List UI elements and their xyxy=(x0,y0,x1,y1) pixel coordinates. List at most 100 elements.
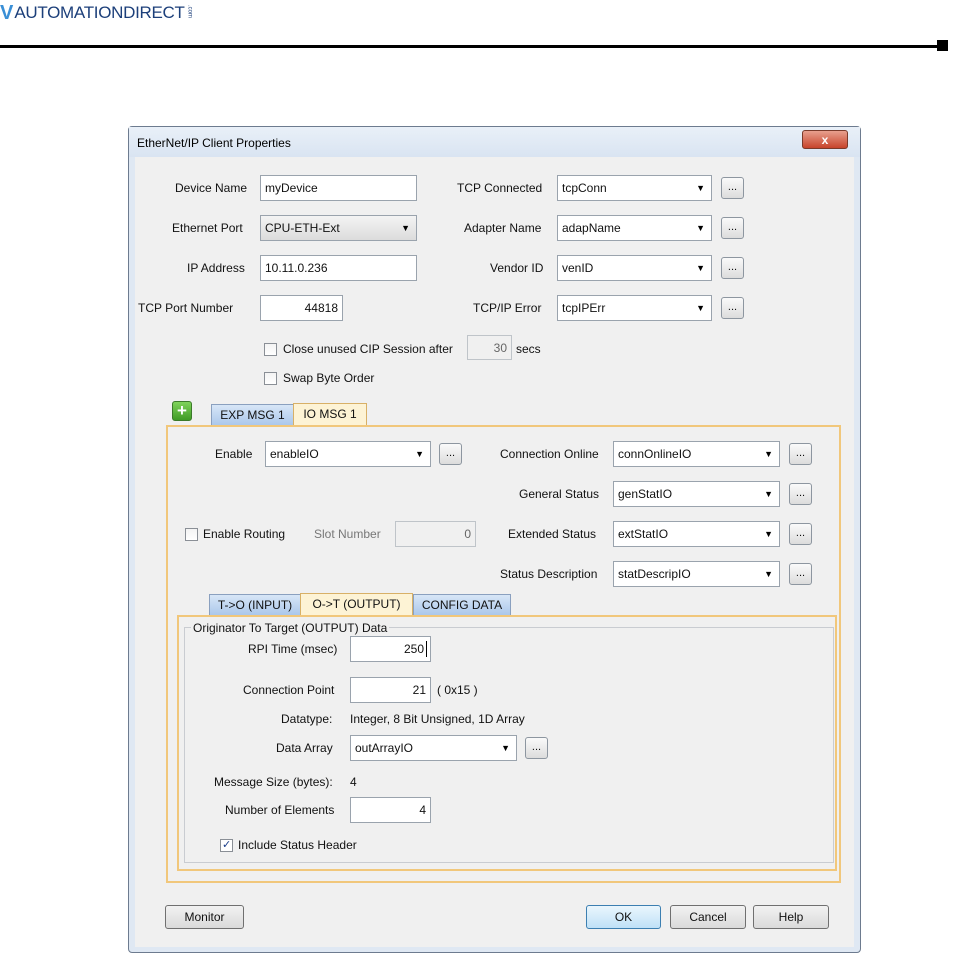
slot-number-field[interactable]: 0 xyxy=(395,521,476,547)
close-button[interactable]: x xyxy=(802,130,848,149)
status-description-select[interactable]: statDescripIO ▼ xyxy=(613,561,780,587)
connection-point-field[interactable]: 21 xyxy=(350,677,431,703)
tab-output[interactable]: O->T (OUTPUT) xyxy=(300,593,413,616)
dialog-window: EtherNet/IP Client Properties x Device N… xyxy=(128,126,861,953)
tcpip-error-select[interactable]: tcpIPErr ▼ xyxy=(557,295,712,321)
rpi-field[interactable]: 250 xyxy=(350,636,431,662)
connection-online-browse-button[interactable]: ... xyxy=(789,443,812,465)
logo-text: AUTOMATIONDIRECT xyxy=(14,3,185,22)
adapter-name-browse-button[interactable]: ... xyxy=(721,217,744,239)
include-status-header-checkbox[interactable] xyxy=(220,838,233,852)
device-name-field[interactable]: myDevice xyxy=(260,175,417,201)
swap-byte-label: Swap Byte Order xyxy=(283,371,375,385)
chevron-down-icon: ▼ xyxy=(696,183,705,193)
header-rule xyxy=(0,45,940,48)
ethernet-port-select[interactable]: CPU-ETH-Ext ▼ xyxy=(260,215,417,241)
tcp-port-label: TCP Port Number xyxy=(138,301,234,315)
logo-mark-icon: V xyxy=(0,2,14,24)
connection-online-value: connOnlineIO xyxy=(618,447,692,461)
status-description-label: Status Description xyxy=(500,567,598,581)
chevron-down-icon: ▼ xyxy=(415,449,424,459)
extended-status-browse-button[interactable]: ... xyxy=(789,523,812,545)
enable-value: enableIO xyxy=(270,447,319,461)
ethernet-port-label: Ethernet Port xyxy=(172,221,243,235)
chevron-down-icon: ▼ xyxy=(764,529,773,539)
chevron-down-icon: ▼ xyxy=(764,449,773,459)
message-size-value: 4 xyxy=(350,775,357,789)
general-status-label: General Status xyxy=(519,487,600,501)
number-of-elements-field[interactable]: 4 xyxy=(350,797,431,823)
logo-suffix: .com xyxy=(186,5,193,19)
tab-exp-msg-1[interactable]: EXP MSG 1 xyxy=(211,404,294,426)
logo: V AUTOMATIONDIRECT .com xyxy=(0,2,194,24)
chevron-down-icon: ▼ xyxy=(764,569,773,579)
extended-status-select[interactable]: extStatIO ▼ xyxy=(613,521,780,547)
chevron-down-icon: ▼ xyxy=(401,223,410,233)
close-unused-seconds-field[interactable]: 30 xyxy=(467,335,512,360)
vendor-id-value: venID xyxy=(562,261,594,275)
ip-address-field[interactable]: 10.11.0.236 xyxy=(260,255,417,281)
connection-online-label: Connection Online xyxy=(500,447,599,461)
extended-status-label: Extended Status xyxy=(508,527,597,541)
monitor-button[interactable]: Monitor xyxy=(165,905,244,929)
help-button[interactable]: Help xyxy=(753,905,829,929)
slot-number-label: Slot Number xyxy=(314,527,381,541)
data-array-browse-button[interactable]: ... xyxy=(525,737,548,759)
general-status-browse-button[interactable]: ... xyxy=(789,483,812,505)
adapter-name-value: adapName xyxy=(562,221,621,235)
data-array-select[interactable]: outArrayIO ▼ xyxy=(350,735,517,761)
vendor-id-label: Vendor ID xyxy=(490,261,544,275)
output-group-title: Originator To Target (OUTPUT) Data xyxy=(191,621,390,635)
title-bar: EtherNet/IP Client Properties x xyxy=(129,127,860,157)
vendor-id-browse-button[interactable]: ... xyxy=(721,257,744,279)
chevron-down-icon: ▼ xyxy=(696,223,705,233)
rpi-value: 250 xyxy=(403,642,424,656)
swap-byte-checkbox[interactable] xyxy=(264,372,277,385)
enable-label: Enable xyxy=(215,447,253,461)
enable-routing-checkbox[interactable] xyxy=(185,528,198,541)
adapter-name-select[interactable]: adapName ▼ xyxy=(557,215,712,241)
cancel-button[interactable]: Cancel xyxy=(670,905,746,929)
tcp-port-field[interactable]: 44818 xyxy=(260,295,343,321)
add-message-button[interactable]: + xyxy=(172,401,192,421)
include-status-header-label: Include Status Header xyxy=(238,838,357,852)
tcp-connected-select[interactable]: tcpConn ▼ xyxy=(557,175,712,201)
text-cursor xyxy=(426,641,427,657)
data-array-label: Data Array xyxy=(276,741,333,755)
tab-input[interactable]: T->O (INPUT) xyxy=(209,594,301,616)
tcpip-error-label: TCP/IP Error xyxy=(473,301,542,315)
tcpip-error-value: tcpIPErr xyxy=(562,301,606,315)
connection-online-select[interactable]: connOnlineIO ▼ xyxy=(613,441,780,467)
vendor-id-select[interactable]: venID ▼ xyxy=(557,255,712,281)
extended-status-value: extStatIO xyxy=(618,527,669,541)
ip-address-label: IP Address xyxy=(187,261,245,275)
enable-routing-label: Enable Routing xyxy=(203,527,286,541)
tab-io-msg-1[interactable]: IO MSG 1 xyxy=(293,403,367,426)
tcp-connected-value: tcpConn xyxy=(562,181,607,195)
number-of-elements-label: Number of Elements xyxy=(225,803,335,817)
status-description-browse-button[interactable]: ... xyxy=(789,563,812,585)
header-rule-end xyxy=(937,40,948,51)
tcp-connected-browse-button[interactable]: ... xyxy=(721,177,744,199)
data-array-value: outArrayIO xyxy=(355,741,414,755)
status-description-value: statDescripIO xyxy=(618,567,691,581)
tcp-connected-label: TCP Connected xyxy=(457,181,543,195)
rpi-label: RPI Time (msec) xyxy=(248,642,338,656)
connection-point-hex: ( 0x15 ) xyxy=(437,683,478,697)
ethernet-port-value: CPU-ETH-Ext xyxy=(265,221,340,235)
chevron-down-icon: ▼ xyxy=(696,263,705,273)
chevron-down-icon: ▼ xyxy=(764,489,773,499)
device-name-label: Device Name xyxy=(175,181,248,195)
general-status-select[interactable]: genStatIO ▼ xyxy=(613,481,780,507)
tab-config-data[interactable]: CONFIG DATA xyxy=(413,594,511,616)
enable-browse-button[interactable]: ... xyxy=(439,443,462,465)
ok-button[interactable]: OK xyxy=(586,905,661,929)
enable-select[interactable]: enableIO ▼ xyxy=(265,441,431,467)
tcpip-error-browse-button[interactable]: ... xyxy=(721,297,744,319)
chevron-down-icon: ▼ xyxy=(696,303,705,313)
chevron-down-icon: ▼ xyxy=(501,743,510,753)
adapter-name-label: Adapter Name xyxy=(464,221,542,235)
close-unused-checkbox[interactable] xyxy=(264,343,277,356)
close-unused-unit: secs xyxy=(516,342,541,356)
datatype-label: Datatype: xyxy=(281,712,333,726)
